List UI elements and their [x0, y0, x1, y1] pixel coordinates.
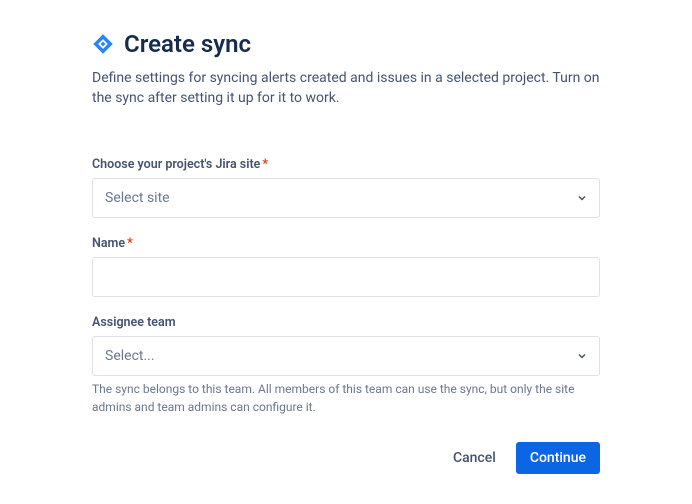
field-group-team: Assignee team Select... The sync belongs…: [92, 315, 600, 416]
required-mark: *: [262, 157, 268, 172]
team-select[interactable]: Select...: [92, 336, 600, 376]
site-select[interactable]: Select site: [92, 178, 600, 218]
team-helper-text: The sync belongs to this team. All membe…: [92, 380, 600, 416]
name-label: Name*: [92, 236, 600, 251]
team-select-placeholder: Select...: [105, 348, 155, 364]
dialog-header: Create sync: [92, 30, 600, 58]
jira-icon: [92, 33, 114, 55]
team-label: Assignee team: [92, 315, 600, 330]
name-label-text: Name: [92, 236, 125, 251]
field-group-site: Choose your project's Jira site* Select …: [92, 157, 600, 218]
required-mark: *: [127, 236, 133, 251]
field-group-name: Name*: [92, 236, 600, 297]
cancel-button[interactable]: Cancel: [439, 442, 510, 474]
dialog-title: Create sync: [124, 30, 251, 58]
site-select-placeholder: Select site: [105, 190, 170, 206]
dialog-footer: Cancel Continue: [92, 442, 600, 474]
name-input[interactable]: [92, 257, 600, 297]
dialog-description: Define settings for syncing alerts creat…: [92, 68, 600, 109]
continue-button[interactable]: Continue: [516, 442, 600, 474]
site-label: Choose your project's Jira site*: [92, 157, 600, 172]
site-label-text: Choose your project's Jira site: [92, 157, 260, 172]
